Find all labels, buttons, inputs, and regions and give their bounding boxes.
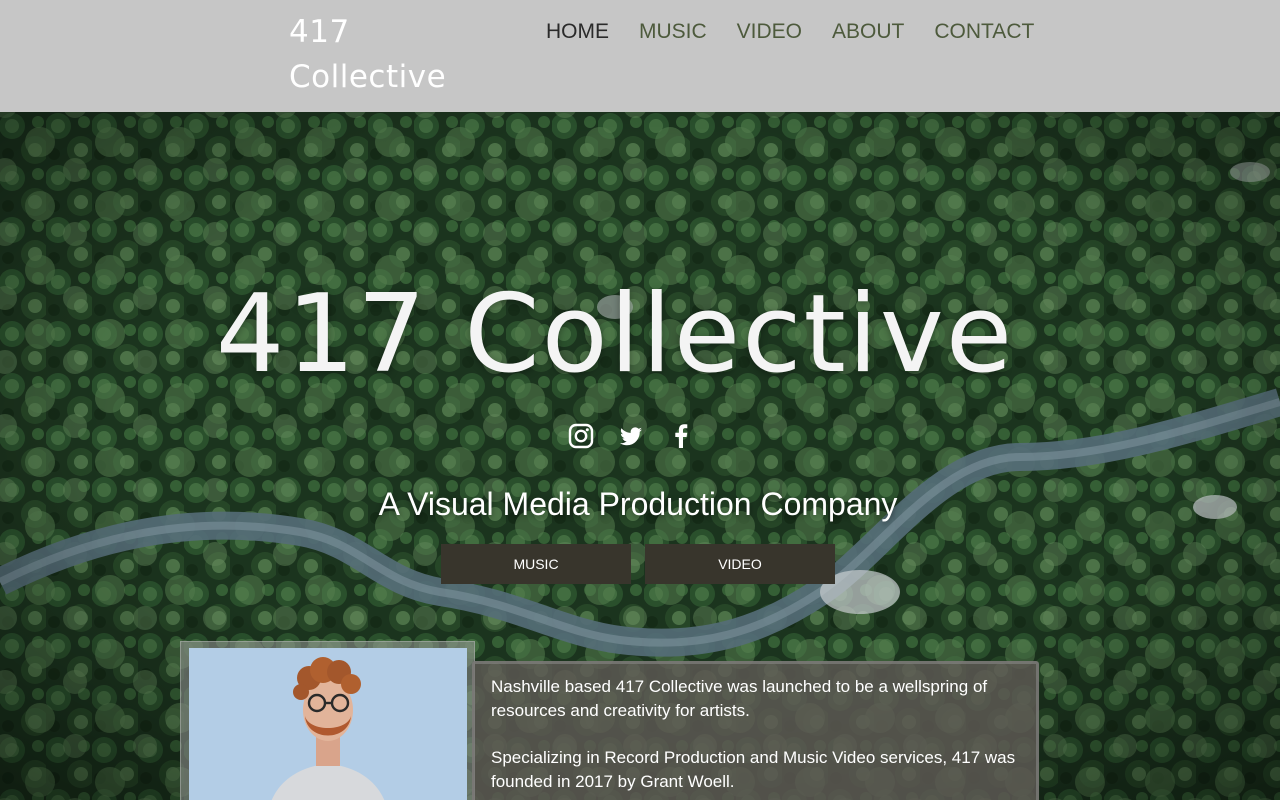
video-button[interactable]: VIDEO bbox=[645, 544, 835, 584]
about-paragraph: Specializing in Record Production and Mu… bbox=[491, 748, 1016, 791]
instagram-icon[interactable] bbox=[568, 423, 594, 449]
nav-music[interactable]: MUSIC bbox=[639, 19, 707, 45]
nav-contact[interactable]: CONTACT bbox=[934, 19, 1034, 45]
site-logo[interactable]: 417 Collective bbox=[289, 10, 479, 100]
main-nav: HOME MUSIC VIDEO ABOUT CONTACT bbox=[546, 19, 1064, 45]
about-text: Nashville based 417 Collective was launc… bbox=[491, 675, 1021, 800]
about-paragraph: Nashville based 417 Collective was launc… bbox=[491, 677, 988, 720]
nav-video[interactable]: VIDEO bbox=[737, 19, 802, 45]
hero-tagline: A Visual Media Production Company bbox=[378, 486, 898, 522]
facebook-icon[interactable] bbox=[668, 423, 694, 449]
music-button[interactable]: MUSIC bbox=[441, 544, 631, 584]
nav-home[interactable]: HOME bbox=[546, 19, 609, 45]
site-header: 417 Collective HOME MUSIC VIDEO ABOUT CO… bbox=[0, 0, 1280, 112]
social-links bbox=[568, 423, 694, 449]
hero-title: 417 Collective bbox=[215, 272, 1015, 397]
nav-about[interactable]: ABOUT bbox=[832, 19, 904, 45]
twitter-icon[interactable] bbox=[618, 423, 644, 449]
founder-photo bbox=[189, 648, 467, 800]
